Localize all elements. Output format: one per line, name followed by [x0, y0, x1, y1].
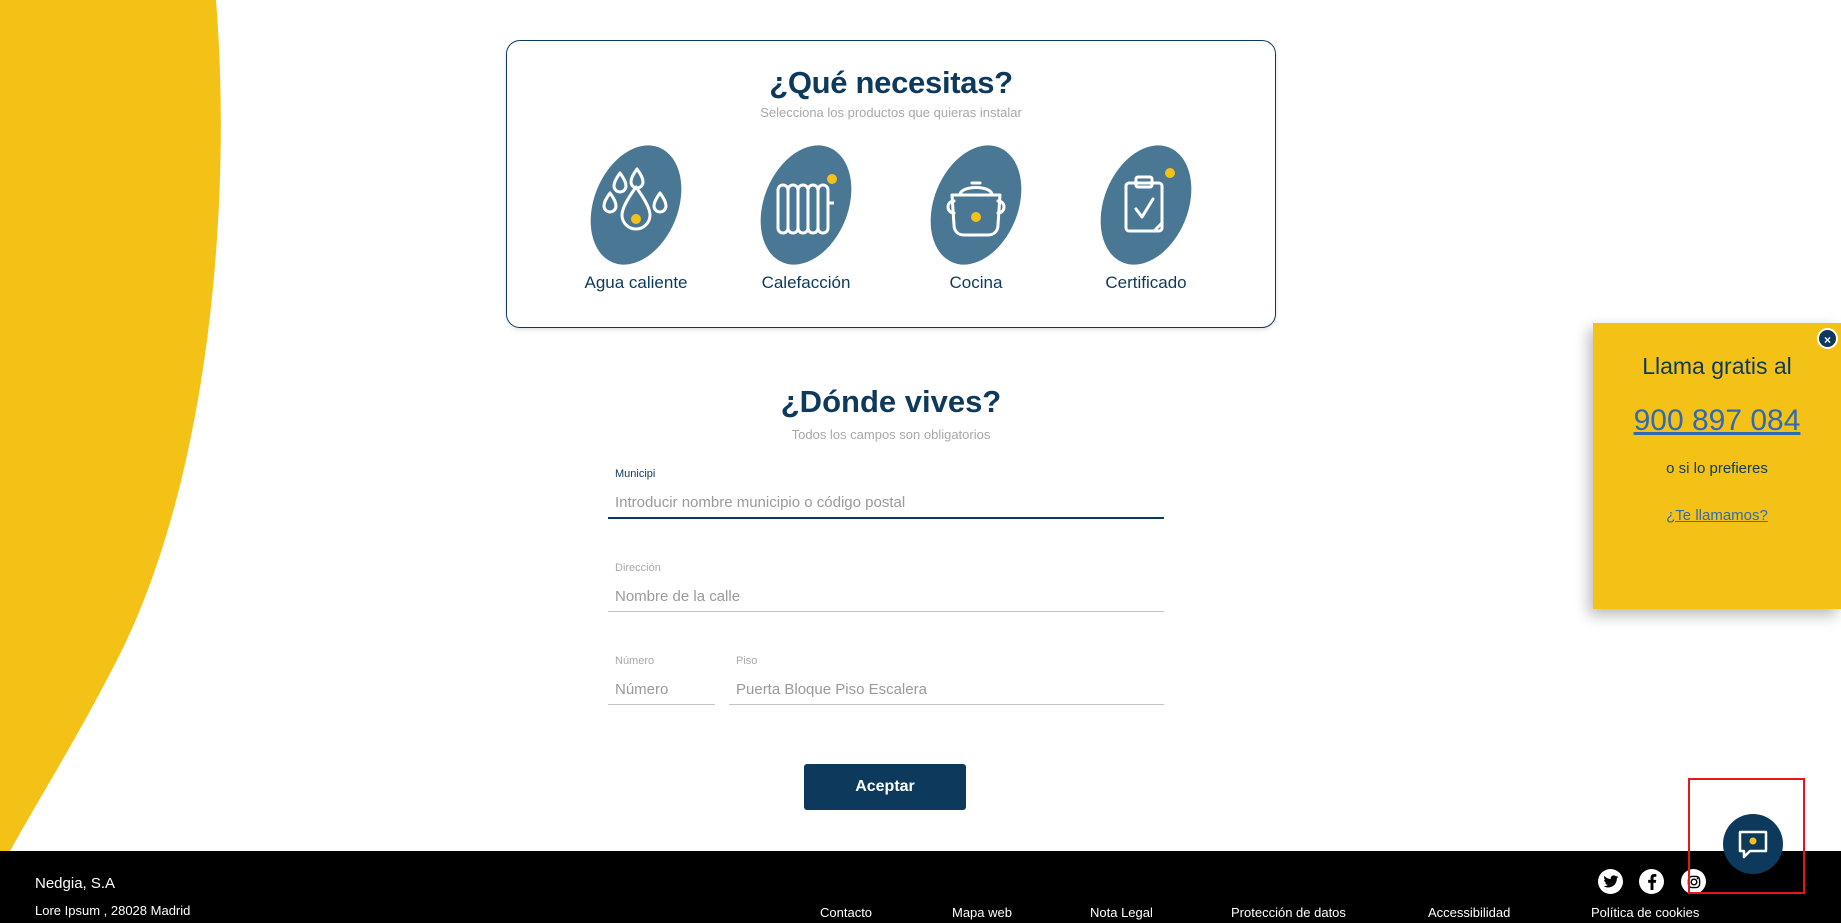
- products-title: ¿Qué necesitas?: [769, 65, 1013, 100]
- footer-link-contacto[interactable]: Contacto: [820, 905, 872, 920]
- piso-input[interactable]: [729, 671, 1164, 705]
- numero-input[interactable]: [608, 671, 715, 705]
- footer-link-accesibilidad[interactable]: Accessibilidad: [1428, 905, 1510, 920]
- numero-field: Número: [608, 655, 715, 705]
- facebook-icon[interactable]: [1639, 869, 1664, 894]
- phone-link[interactable]: 900 897 084: [1634, 404, 1801, 438]
- footer-link-politica-cookies[interactable]: Política de cookies: [1591, 905, 1699, 920]
- accept-button[interactable]: Aceptar: [804, 764, 966, 810]
- address-title: ¿Dónde vives?: [780, 384, 1002, 419]
- footer-address: Lore Ipsum , 28028 Madrid: [35, 903, 191, 918]
- product-calefaccion[interactable]: Calefacción: [721, 143, 891, 293]
- piso-field: Piso: [729, 655, 1164, 705]
- product-agua-caliente[interactable]: Agua caliente: [551, 143, 721, 293]
- products-subtitle: Selecciona los productos que quieras ins…: [760, 105, 1022, 120]
- direccion-field: Dirección: [608, 562, 1164, 612]
- product-label: Calefacción: [761, 273, 851, 292]
- direccion-input[interactable]: [608, 578, 1164, 612]
- twitter-icon[interactable]: [1598, 869, 1623, 894]
- piso-label: Piso: [736, 655, 758, 667]
- water-drops-icon: [590, 145, 682, 265]
- call-panel-title: Llama gratis al: [1642, 353, 1792, 379]
- call-panel-or-text: o si lo prefieres: [1666, 460, 1768, 477]
- callback-link[interactable]: ¿Te llamamos?: [1666, 507, 1768, 524]
- product-certificado[interactable]: Certificado: [1061, 143, 1231, 293]
- numero-label: Número: [615, 655, 655, 667]
- product-label: Certificado: [1105, 273, 1187, 292]
- municipio-label: Municipi: [615, 468, 656, 480]
- municipio-field: Municipi: [608, 468, 1164, 519]
- footer: Nedgia, S.A Lore Ipsum , 28028 Madrid Co…: [0, 851, 1841, 923]
- product-cocina[interactable]: Cocina: [891, 143, 1061, 293]
- radiator-icon: [760, 145, 852, 265]
- chat-bubble-icon: [1738, 830, 1768, 859]
- instagram-icon[interactable]: [1681, 869, 1706, 894]
- products-card: ¿Qué necesitas? Selecciona los productos…: [506, 40, 1276, 328]
- decorative-yellow-shape: [0, 0, 221, 851]
- product-label: Cocina: [949, 273, 1003, 292]
- municipio-input[interactable]: [608, 484, 1164, 519]
- footer-link-nota-legal[interactable]: Nota Legal: [1090, 905, 1153, 920]
- chat-button[interactable]: [1723, 814, 1783, 874]
- call-panel: Llama gratis al 900 897 084 o si lo pref…: [1593, 323, 1841, 609]
- footer-link-proteccion-datos[interactable]: Protección de datos: [1231, 905, 1346, 920]
- clipboard-check-icon: [1100, 145, 1192, 265]
- product-label: Agua caliente: [584, 273, 688, 292]
- product-list: Agua caliente Calefacción Cocina Certifi…: [507, 143, 1275, 293]
- address-subtitle: Todos los campos son obligatorios: [791, 427, 991, 442]
- close-call-panel-button[interactable]: ×: [1817, 328, 1838, 349]
- cooking-pot-icon: [930, 145, 1022, 265]
- direccion-label: Dirección: [615, 562, 661, 574]
- footer-company: Nedgia, S.A: [35, 875, 116, 892]
- footer-link-mapa-web[interactable]: Mapa web: [952, 905, 1012, 920]
